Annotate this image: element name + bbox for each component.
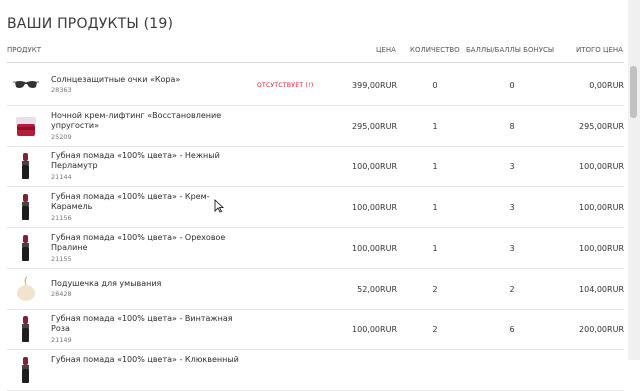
product-points: 2 [509,284,515,294]
lipstick-icon[interactable] [13,355,39,385]
sunglasses-icon[interactable] [13,70,39,100]
product-quantity[interactable]: 2 [431,325,439,334]
product-price: 100,00RUR [352,162,397,172]
table-row[interactable]: Губная помада «100% цвета» - Винтажная Р… [7,309,624,351]
product-sku: 25209 [51,132,72,141]
table-row[interactable]: Губная помада «100% цвета» - Ореховое Пр… [7,228,624,269]
product-total: 295,00RUR [579,121,624,131]
table-row[interactable]: Ночной крем-лифтинг «Восстановление упру… [7,106,624,147]
table-row[interactable]: Губная помада «100% цвета» - Нежный Перл… [7,146,624,188]
page-title: ВАШИ ПРОДУКТЫ (19) [7,16,174,32]
product-price: 100,00RUR [352,243,397,253]
product-sku: 28428 [51,289,72,298]
product-sku: 28363 [51,86,72,94]
product-total: 100,00RUR [579,203,624,213]
product-sku: 21156 [51,214,72,223]
product-quantity[interactable]: 2 [431,285,439,294]
column-header-product: ПРОДУКТ [7,46,41,54]
product-name[interactable]: Подушечка для умывания [51,279,241,289]
product-total: 100,00RUR [579,162,624,172]
product-name[interactable]: Губная помада «100% цвета» - Нежный Перл… [51,151,241,171]
product-points: 0 [509,81,515,90]
product-points: 3 [509,203,515,213]
product-total: 0,00RUR [589,81,624,90]
product-points: 3 [509,162,515,172]
column-header-price: ЦЕНА [376,46,396,54]
table-row[interactable]: Подушечка для умывания 28428 52,00RUR 2 2 104… [7,269,624,310]
product-total: 104,00RUR [579,284,624,294]
product-price: 399,00RUR [352,81,397,90]
product-quantity[interactable]: 0 [431,81,439,90]
column-header-total: ИТОГО ЦЕНА [576,46,623,54]
lipstick-icon[interactable] [13,314,39,344]
product-price: 52,00RUR [357,284,397,294]
product-points: 6 [509,325,515,335]
product-name[interactable]: Губная помада «100% цвета» - Крем-Караме… [51,192,241,212]
lipstick-icon[interactable] [13,233,39,263]
lipstick-icon[interactable] [13,192,39,222]
product-name[interactable]: Солнцезащитные очки «Кора» [51,75,241,85]
mouse-cursor-icon [214,199,224,213]
cream-jar-icon[interactable] [13,111,39,141]
products-page: ВАШИ ПРОДУКТЫ (19) ПРОДУКТ ЦЕНА КОЛИЧЕСТ… [0,0,628,391]
lipstick-icon[interactable] [13,151,39,181]
status-badge: ОТСУТСТВУЕТ (!) [257,82,314,89]
product-name[interactable]: Ночной крем-лифтинг «Восстановление упру… [51,111,241,131]
sponge-icon[interactable] [13,274,39,304]
product-quantity[interactable]: 1 [431,244,439,253]
table-row[interactable]: Губная помада «100% цвета» - Клюквенный [7,350,624,391]
product-name[interactable]: Губная помада «100% цвета» - Винтажная Р… [51,314,241,334]
product-total: 100,00RUR [579,243,624,253]
column-header-points: БАЛЛЫ/БАЛЛЫ БОНУСЫ [466,46,555,54]
product-price: 295,00RUR [352,121,397,131]
product-sku: 21155 [51,254,72,263]
column-header-quantity: КОЛИЧЕСТВО [410,46,460,54]
table-row[interactable]: Солнцезащитные очки «Кора» 28363 ОТСУТСТВУ… [7,65,624,106]
product-quantity[interactable]: 1 [431,122,439,131]
product-quantity[interactable]: 1 [431,162,439,171]
product-points: 8 [509,121,515,131]
product-total: 200,00RUR [579,325,624,335]
product-sku: 21144 [51,173,72,182]
vertical-scrollbar[interactable] [628,0,640,360]
scrollbar-thumb[interactable] [630,66,637,118]
product-name[interactable]: Губная помада «100% цвета» - Ореховое Пр… [51,233,241,253]
product-sku: 21149 [51,336,72,345]
product-quantity[interactable]: 1 [431,203,439,212]
header-divider [7,62,624,63]
table-row[interactable]: Губная помада «100% цвета» - Крем-Караме… [7,187,624,229]
product-price: 100,00RUR [352,325,397,335]
product-points: 3 [509,243,515,253]
product-price: 100,00RUR [352,203,397,213]
